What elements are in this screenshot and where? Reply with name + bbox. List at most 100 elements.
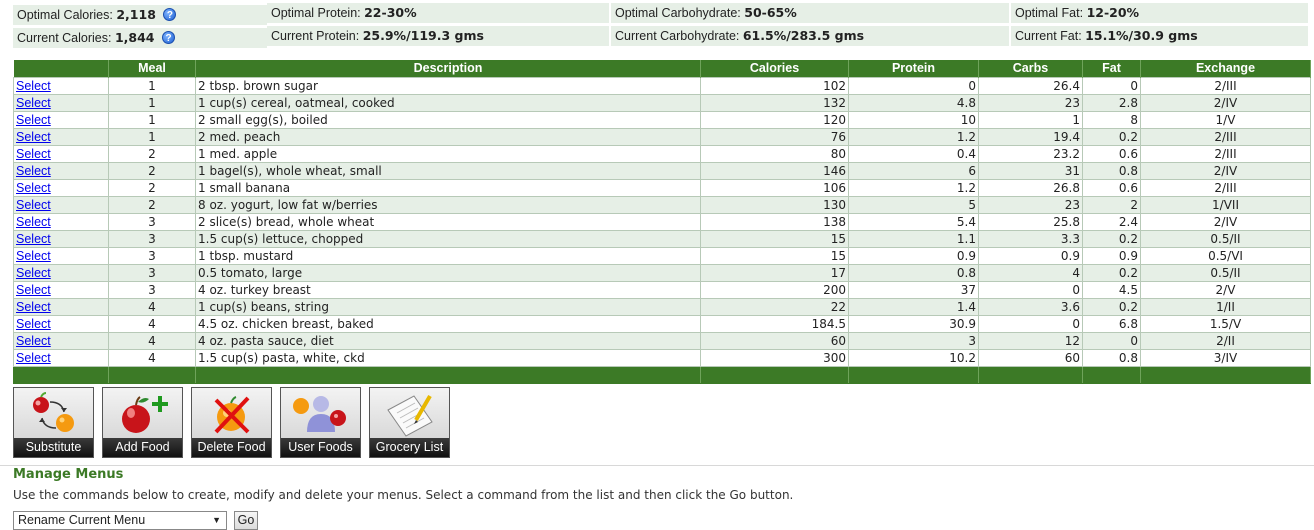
table-row: Select 3 4 oz. turkey breast 200 37 0 4.5 2/V <box>13 280 1311 299</box>
dropdown-arrow-icon: ▼ <box>212 515 221 525</box>
description-cell: 1 cup(s) cereal, oatmeal, cooked <box>195 93 701 112</box>
select-link[interactable]: Select <box>16 198 51 212</box>
substitute-icon <box>33 392 74 432</box>
description-cell: 1 bagel(s), whole wheat, small <box>195 161 701 180</box>
meal-cell: 1 <box>108 93 196 112</box>
add-food-icon <box>122 396 168 433</box>
protein-cell: 1.2 <box>848 178 979 197</box>
exchange-cell: 2/IV <box>1140 93 1311 112</box>
fat-cell: 0.2 <box>1082 263 1141 282</box>
select-cell: Select <box>13 76 109 95</box>
manage-menus-title: Manage Menus <box>13 467 124 482</box>
exchange-cell: 1/V <box>1140 110 1311 129</box>
meal-cell: 1 <box>108 76 196 95</box>
protein-cell: 30.9 <box>848 314 979 333</box>
optimal-protein: Optimal Protein: 22-30% <box>267 3 609 23</box>
select-cell: Select <box>13 127 109 146</box>
carbs-cell: 0 <box>978 314 1083 333</box>
grocery-list-button[interactable]: Grocery List <box>369 387 450 458</box>
description-cell: 2 med. peach <box>195 127 701 146</box>
select-link[interactable]: Select <box>16 266 51 280</box>
optimal-fat-label: Optimal Fat: <box>1015 6 1084 20</box>
select-link[interactable]: Select <box>16 232 51 246</box>
optimal-carbohydrate: Optimal Carbohydrate: 50-65% <box>611 3 1009 23</box>
select-link[interactable]: Select <box>16 300 51 314</box>
menu-command-select[interactable]: Rename Current Menu ▼ <box>13 511 227 530</box>
carbs-cell: 23 <box>978 93 1083 112</box>
exchange-cell: 2/IV <box>1140 212 1311 231</box>
table-row: Select 3 1 tbsp. mustard 15 0.9 0.9 0.9 0.5/VI <box>13 246 1311 265</box>
column-header-select <box>13 60 109 77</box>
fat-cell: 8 <box>1082 110 1141 129</box>
protein-cell: 5.4 <box>848 212 979 231</box>
substitute-label: Substitute <box>14 438 93 457</box>
select-link[interactable]: Select <box>16 181 51 195</box>
carbs-cell: 25.8 <box>978 212 1083 231</box>
select-link[interactable]: Select <box>16 147 51 161</box>
nutrition-summary: Optimal Calories: 2,118 ? Current Calori… <box>0 0 1314 50</box>
select-cell: Select <box>13 246 109 265</box>
description-cell: 1 small banana <box>195 178 701 197</box>
meal-cell: 4 <box>108 348 196 367</box>
description-cell: 8 oz. yogurt, low fat w/berries <box>195 195 701 214</box>
select-cell: Select <box>13 161 109 180</box>
protein-cell: 0.8 <box>848 263 979 282</box>
optimal-calories-label: Optimal Calories: <box>17 8 113 22</box>
protein-cell: 10 <box>848 110 979 129</box>
add-food-label: Add Food <box>103 438 182 457</box>
carbs-cell: 31 <box>978 161 1083 180</box>
carbs-cell: 3.3 <box>978 229 1083 248</box>
fat-cell: 2 <box>1082 195 1141 214</box>
meal-cell: 4 <box>108 331 196 350</box>
delete-food-icon <box>214 396 250 434</box>
select-link[interactable]: Select <box>16 351 51 365</box>
calories-cell: 15 <box>700 229 849 248</box>
select-cell: Select <box>13 314 109 333</box>
menu-command-selected-value: Rename Current Menu <box>18 513 146 527</box>
exchange-cell: 2/III <box>1140 144 1311 163</box>
current-carbohydrate: Current Carbohydrate: 61.5%/283.5 gms <box>611 26 1009 46</box>
add-food-button[interactable]: Add Food <box>102 387 183 458</box>
select-link[interactable]: Select <box>16 79 51 93</box>
user-foods-label: User Foods <box>281 438 360 457</box>
current-calories-value: 1,844 <box>114 30 155 45</box>
current-calories: Current Calories: 1,844 ? <box>13 28 267 48</box>
select-link[interactable]: Select <box>16 215 51 229</box>
column-header-protein: Protein <box>848 60 979 77</box>
select-link[interactable]: Select <box>16 113 51 127</box>
carbs-cell: 60 <box>978 348 1083 367</box>
select-link[interactable]: Select <box>16 283 51 297</box>
delete-food-label: Delete Food <box>192 438 271 457</box>
select-cell: Select <box>13 331 109 350</box>
description-cell: 1.5 cup(s) pasta, white, ckd <box>195 348 701 367</box>
exchange-cell: 2/II <box>1140 331 1311 350</box>
select-link[interactable]: Select <box>16 164 51 178</box>
grocery-list-icon <box>387 394 433 437</box>
calories-cell: 146 <box>700 161 849 180</box>
help-icon[interactable]: ? <box>163 8 177 21</box>
select-link[interactable]: Select <box>16 334 51 348</box>
meal-cell: 2 <box>108 161 196 180</box>
select-link[interactable]: Select <box>16 130 51 144</box>
select-cell: Select <box>13 93 109 112</box>
select-link[interactable]: Select <box>16 96 51 110</box>
description-cell: 1 med. apple <box>195 144 701 163</box>
select-link[interactable]: Select <box>16 317 51 331</box>
user-foods-button[interactable]: User Foods <box>280 387 361 458</box>
select-link[interactable]: Select <box>16 249 51 263</box>
protein-cell: 6 <box>848 161 979 180</box>
substitute-button[interactable]: Substitute <box>13 387 94 458</box>
description-cell: 2 small egg(s), boiled <box>195 110 701 129</box>
fat-cell: 0.6 <box>1082 144 1141 163</box>
table-row: Select 4 1.5 cup(s) pasta, white, ckd 300 10… <box>13 348 1311 367</box>
fat-cell: 0.2 <box>1082 297 1141 316</box>
description-cell: 1.5 cup(s) lettuce, chopped <box>195 229 701 248</box>
help-icon[interactable]: ? <box>162 31 175 44</box>
go-button[interactable]: Go <box>234 511 258 530</box>
meal-cell: 4 <box>108 314 196 333</box>
table-row: Select 2 8 oz. yogurt, low fat w/berries 13… <box>13 195 1311 214</box>
current-protein-value: 25.9%/119.3 gms <box>362 28 484 43</box>
delete-food-button[interactable]: Delete Food <box>191 387 272 458</box>
column-header-meal: Meal <box>108 60 196 77</box>
optimal-protein-label: Optimal Protein: <box>271 6 361 20</box>
